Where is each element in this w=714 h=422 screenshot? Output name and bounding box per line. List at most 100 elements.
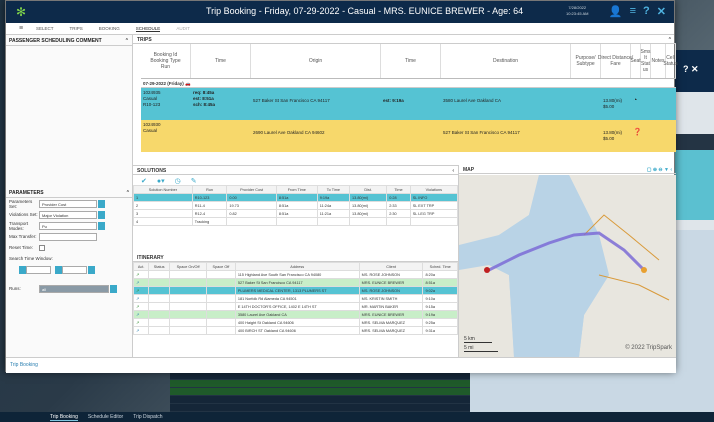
status-tab-trip-booking[interactable]: Trip Booking (10, 362, 38, 368)
solutions-header: SOLUTIONS ‹ (133, 166, 458, 175)
collapse-params-icon[interactable]: ⌃ (126, 190, 130, 196)
itin-time: 9:25a (422, 318, 458, 327)
hamburger-menu-icon[interactable]: ≡ (6, 25, 36, 32)
max-transfer-input[interactable] (39, 232, 97, 241)
runs-select[interactable]: all (39, 284, 109, 293)
main-area: TRIPS ⌃ Booking Id Booking Type Run Time … (132, 35, 678, 357)
collapse-icon[interactable]: ⌃ (125, 38, 129, 44)
itin-address: 527 Baker St San Francisco CA 94117 (234, 278, 360, 287)
trip-id: 1024930 Casual (143, 122, 161, 133)
menu-schedule[interactable]: SCHEDULE (135, 26, 161, 32)
itinerary-row[interactable]: ↗ 181 Norfolk Rd Alameda CA 94501 MS. KRIS… (132, 294, 458, 303)
itin-client: MRS. SELMA MARQUEZ (358, 326, 424, 335)
edit-icon[interactable]: ✎ (191, 177, 197, 185)
param-label: Transport Modes: (9, 220, 29, 231)
taskbar-tab-trip-booking[interactable]: Trip Booking (50, 414, 78, 421)
itinerary-row[interactable]: ↗ 400 Haight St Oakland CA 94606 MRS. SELM… (132, 318, 458, 327)
left-panel: PASSENGER SCHEDULING COMMENT ⌃ PARAMETER… (6, 35, 133, 357)
col-purpose: Purpose/ Subtype (571, 44, 601, 78)
search-window-from[interactable] (26, 265, 51, 274)
col-time: Time (191, 44, 251, 78)
arrow-icon: ↗ (132, 294, 150, 303)
solution-row[interactable]: 3 R12-4 0.82 8:51a 11:21a 13.80(mi) 2:30 SL LEG… (133, 209, 459, 218)
help-icon[interactable]: ? (643, 5, 650, 18)
solution-row[interactable]: 1 R10-123 0.00 8:51a 9:19a 13.80(mi) 0:28 SL IN… (133, 193, 459, 202)
solution-row[interactable]: 4 Tracking (133, 217, 459, 226)
space-off (206, 294, 236, 303)
menu-select[interactable]: SELECT (36, 26, 54, 31)
map-toolbar-icons[interactable]: ▢ ⊕ ⊖ ▼ ‹ (647, 167, 672, 173)
itin-col: Status (148, 262, 171, 271)
itinerary-row[interactable]: ↗ 3580 Laurel Ave Oakland CA MRS. EUNICE B… (132, 310, 458, 319)
trips-title: TRIPS (137, 37, 152, 43)
trip-booking-window: ✻ Trip Booking - Friday, 07-29-2022 - Ca… (5, 0, 678, 373)
col-status: Sms It Stat us (641, 44, 651, 78)
window-step-button[interactable] (88, 265, 95, 274)
collapse-solutions-icon[interactable]: ‹ (452, 168, 454, 174)
itinerary-header: ITINERARY (133, 253, 458, 262)
status-cell (148, 326, 171, 335)
space-on-off (169, 270, 207, 279)
window-minus-button[interactable] (19, 265, 26, 274)
solutions-section: SOLUTIONS ‹ ✔ ●▾ ◷ ✎ Solution Number Run … (133, 165, 459, 255)
itinerary-row[interactable]: ↗ E 14TH DOCTOR'S OFFICE, 1402 E 14TH ST M… (132, 302, 458, 311)
destination-marker[interactable] (641, 267, 647, 273)
close-icon[interactable]: ✕ (657, 5, 666, 18)
menu-trips[interactable]: TRIPS (70, 26, 83, 31)
collapse-trips-icon[interactable]: ⌃ (668, 37, 672, 43)
solution-row[interactable]: 2 R11-4 19.73 8:51a 11:24a 13.80(mi) 2:33 SL EX… (133, 201, 459, 210)
origin-marker[interactable] (484, 267, 490, 273)
map-view[interactable]: 5 km 5 mi © 2022 TripSpark (459, 175, 676, 357)
space-off (206, 318, 236, 327)
map-copyright: © 2022 TripSpark (625, 345, 672, 351)
map-scale-mi: 5 mi (464, 345, 498, 352)
space-on-off (169, 326, 207, 335)
parameters-set-select[interactable]: Provider Cost (39, 199, 97, 208)
itin-time: 8:51a (422, 278, 458, 287)
scheduling-comment-title: PASSENGER SCHEDULING COMMENT (9, 38, 102, 44)
search-window-to[interactable] (62, 265, 87, 274)
reset-time-checkbox[interactable] (39, 244, 45, 251)
parameters-title: PARAMETERS (9, 190, 44, 196)
settings-icon[interactable]: ≡ (630, 5, 636, 18)
col-time2: Time (381, 44, 441, 78)
status-cell (148, 270, 171, 279)
menu-booking[interactable]: BOOKING (99, 26, 120, 31)
title-bar: ✻ Trip Booking - Friday, 07-29-2022 - Ca… (6, 1, 674, 23)
space-off (206, 286, 236, 295)
history-icon[interactable]: ◷ (175, 177, 181, 185)
taskbar-tab-trip-dispatch[interactable]: Trip Dispatch (133, 414, 162, 420)
status-cell (148, 302, 171, 311)
itinerary-row[interactable]: ↗ 115 Highland Ave South San Francisco CA… (132, 270, 458, 279)
itinerary-title: ITINERARY (137, 255, 164, 261)
menu-audit[interactable]: AUDIT (176, 26, 190, 31)
dropdown-icon[interactable] (98, 221, 105, 230)
sol-col: Violations (409, 185, 459, 194)
dropdown-icon[interactable] (98, 199, 105, 208)
trip-row[interactable]: 1024935 Casual R10-123 req: 8:45a est: 8… (141, 88, 676, 120)
arrow-icon: ↗ (132, 302, 150, 311)
dropdown-icon[interactable] (110, 284, 117, 293)
window-plus-button[interactable] (55, 265, 62, 274)
space-off (206, 302, 236, 311)
transport-modes-select[interactable]: Pu (39, 221, 97, 230)
itin-col: Sched. Time (422, 262, 458, 271)
dropdown-icon[interactable] (98, 210, 105, 219)
map-title: MAP (463, 167, 475, 173)
taskbar: Trip Booking Schedule Editor Trip Dispat… (0, 412, 714, 422)
arrow-icon: ↗ (132, 286, 150, 295)
user-icon[interactable]: 👤 (609, 5, 623, 18)
itinerary-row[interactable]: ↗ 400 BIRCH ST Oakland CA 94606 MRS. SELMA… (132, 326, 458, 335)
space-off (206, 278, 236, 287)
bg-window-controls: ? ✕ (683, 64, 699, 74)
trip-row[interactable]: 1024930 Casual 2690 Laurel Ave Oakland C… (141, 120, 676, 152)
itin-time: 9:31a (422, 326, 458, 335)
map-section: MAP ▢ ⊕ ⊖ ▼ ‹ 5 km 5 mi © 2022 TripSpark (458, 165, 676, 357)
taskbar-tab-schedule-editor[interactable]: Schedule Editor (88, 414, 123, 420)
itinerary-row[interactable]: ↗ PLUMERS MEDICAL CENTER, 1313 PLUMERS ST… (132, 286, 458, 295)
accept-check-icon[interactable]: ✔ (141, 177, 147, 185)
options-icon[interactable]: ●▾ (157, 177, 165, 185)
itinerary-row[interactable]: ↗ 527 Baker St San Francisco CA 94117 MRS.… (132, 278, 458, 287)
itin-col: Space Off (206, 262, 236, 271)
violations-set-select[interactable]: Major Violation (39, 210, 97, 219)
